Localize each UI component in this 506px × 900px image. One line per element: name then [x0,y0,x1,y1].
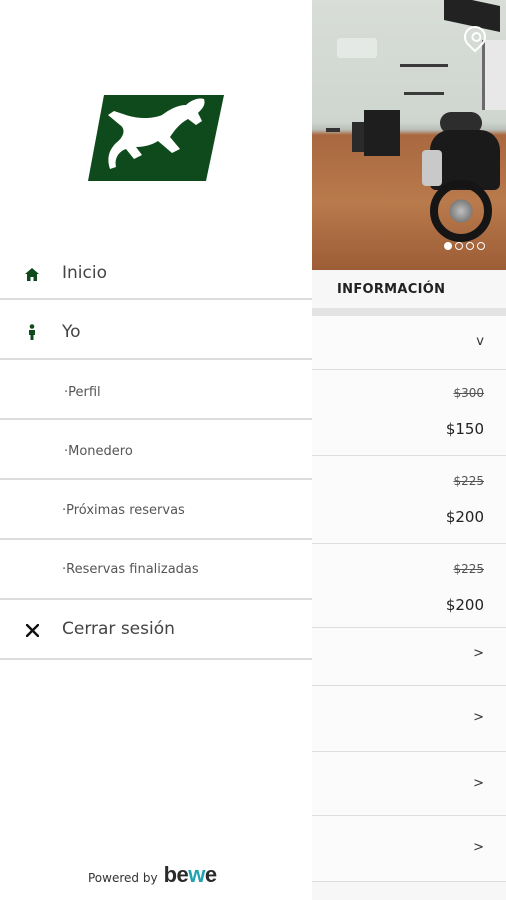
chevron-down-icon: v [476,334,484,349]
menu-label: Cerrar sesión [62,619,175,639]
carousel-dot[interactable] [477,242,485,250]
chevron-right-icon: > [473,840,484,855]
menu-label: ·Monedero [64,444,133,459]
menu-item-inicio[interactable]: Inicio [0,244,312,300]
carousel-dot[interactable] [455,242,463,250]
home-icon [24,266,40,282]
chevron-right-icon: > [473,646,484,661]
close-icon [24,622,40,638]
carousel-dots [444,242,485,250]
menu-label: Yo [62,322,81,342]
list-row[interactable]: > [312,752,506,816]
list-row[interactable]: > [312,628,506,686]
list-row[interactable]: > [312,816,506,882]
menu-item-proximas-reservas[interactable]: ·Próximas reservas [0,480,312,540]
menu-item-perfil[interactable]: ·Perfil [0,360,312,420]
background-page: INFORMACIÓN v $300 $150 $225 $200 $225 $… [312,0,506,900]
service-row[interactable]: $225 $200 [312,456,506,544]
service-row[interactable]: $300 $150 [312,370,506,456]
menu-item-yo[interactable]: Yo [0,300,312,360]
navigation-drawer: Inicio Yo ·Perfil ·Monedero ·Próximas re… [0,0,312,900]
menu-label: ·Perfil [64,385,101,400]
menu-item-reservas-finalizadas[interactable]: ·Reservas finalizadas [0,540,312,600]
horse-logo [88,95,224,181]
service-row[interactable]: $225 $200 [312,544,506,628]
menu-item-cerrar-sesion[interactable]: Cerrar sesión [0,600,312,660]
shop-photo[interactable] [312,0,506,270]
powered-by: Powered by bewe bewe [88,862,217,888]
chevron-right-icon: > [473,710,484,725]
list-row[interactable]: > [312,686,506,752]
old-price: $300 [453,386,484,400]
price: $150 [445,420,484,438]
section-title: INFORMACIÓN [337,282,446,297]
price: $200 [445,508,484,526]
bewe-logo[interactable]: bewe bewe [164,862,218,888]
old-price: $225 [453,474,484,488]
menu-label: ·Reservas finalizadas [62,562,199,577]
powered-by-text: Powered by [88,871,158,885]
chevron-right-icon: > [473,776,484,791]
menu-item-monedero[interactable]: ·Monedero [0,420,312,480]
menu-label: Inicio [62,263,107,283]
person-icon [24,324,40,340]
carousel-dot[interactable] [466,242,474,250]
expand-row[interactable]: v [312,316,506,370]
carousel-dot[interactable] [444,242,452,250]
price: $200 [445,596,484,614]
menu-label: ·Próximas reservas [62,503,185,518]
old-price: $225 [453,562,484,576]
